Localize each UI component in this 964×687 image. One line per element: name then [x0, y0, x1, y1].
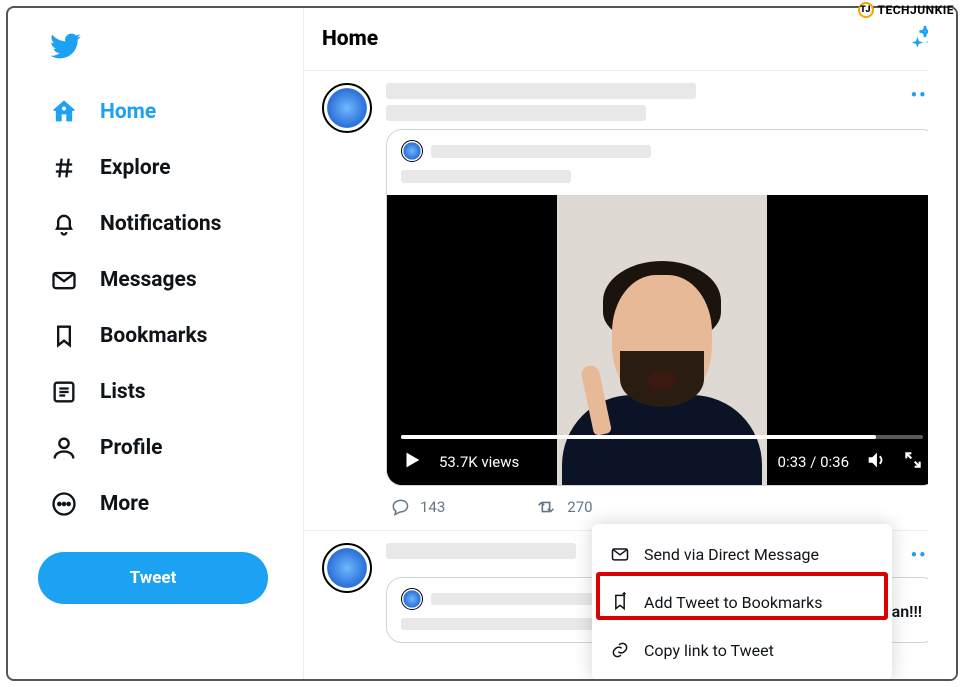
nav-label: Notifications	[100, 212, 221, 236]
video-controls: 53.7K views 0:33 / 0:36	[387, 435, 937, 485]
right-margin	[928, 8, 956, 679]
nav-label: More	[100, 492, 149, 516]
watermark-text: TECHJUNKIE	[878, 3, 954, 17]
share-dm-label: Send via Direct Message	[644, 545, 819, 564]
fullscreen-icon[interactable]	[903, 450, 923, 474]
avatar[interactable]	[322, 83, 372, 133]
retweet-button[interactable]: 270	[535, 496, 592, 518]
avatar[interactable]	[322, 543, 372, 593]
watermark: TJ TECHJUNKIE	[858, 2, 954, 18]
redacted-text	[401, 170, 571, 183]
nav-home[interactable]: Home	[38, 84, 303, 140]
bell-icon	[50, 210, 78, 238]
nav-label: Home	[100, 100, 156, 124]
page-title: Home	[322, 27, 378, 51]
watermark-logo: TJ	[858, 2, 874, 18]
more-icon	[50, 490, 78, 518]
redacted-text	[386, 83, 696, 99]
nav-lists[interactable]: Lists	[38, 364, 303, 420]
redacted-text	[431, 145, 651, 158]
share-dm[interactable]: Send via Direct Message	[592, 530, 892, 578]
avatar	[401, 588, 423, 610]
nav-messages[interactable]: Messages	[38, 252, 303, 308]
video-player[interactable]: 53.7K views 0:33 / 0:36	[387, 195, 937, 485]
nav-label: Profile	[100, 436, 162, 460]
twitter-logo[interactable]	[38, 20, 303, 84]
share-copy-label: Copy link to Tweet	[644, 641, 774, 660]
bookmark-icon	[50, 322, 78, 350]
sidebar: Home Explore Notifications Messages Book	[8, 8, 303, 679]
nav-more[interactable]: More	[38, 476, 303, 532]
tweet[interactable]: •••	[304, 71, 956, 531]
nav-bookmarks[interactable]: Bookmarks	[38, 308, 303, 364]
bookmark-add-icon	[610, 592, 630, 612]
nav-explore[interactable]: Explore	[38, 140, 303, 196]
profile-icon	[50, 434, 78, 462]
nav-profile[interactable]: Profile	[38, 420, 303, 476]
avatar	[401, 140, 423, 162]
nav-label: Bookmarks	[100, 324, 207, 348]
nav-label: Lists	[100, 380, 146, 404]
envelope-icon	[610, 544, 630, 564]
share-menu: Send via Direct Message Add Tweet to Boo…	[592, 524, 892, 680]
envelope-icon	[50, 266, 78, 294]
reply-count: 143	[420, 498, 445, 516]
volume-icon[interactable]	[865, 449, 887, 475]
lists-icon	[50, 378, 78, 406]
redacted-text	[386, 105, 646, 121]
hash-icon	[50, 154, 78, 182]
home-icon	[50, 98, 78, 126]
nav-label: Explore	[100, 156, 171, 180]
link-icon	[610, 640, 630, 660]
quoted-tweet[interactable]: 53.7K views 0:33 / 0:36	[386, 129, 938, 486]
video-progress-fill	[401, 435, 876, 439]
redacted-text	[386, 543, 576, 559]
share-bookmark[interactable]: Add Tweet to Bookmarks	[592, 578, 892, 626]
video-time: 0:33 / 0:36	[778, 453, 849, 471]
tweet-button[interactable]: Tweet	[38, 552, 268, 604]
share-bookmark-label: Add Tweet to Bookmarks	[644, 593, 822, 612]
retweet-count: 270	[567, 498, 592, 516]
play-icon[interactable]	[401, 449, 423, 475]
video-progress-bar[interactable]	[401, 435, 923, 439]
nav-notifications[interactable]: Notifications	[38, 196, 303, 252]
share-copy-link[interactable]: Copy link to Tweet	[592, 626, 892, 674]
video-views: 53.7K views	[439, 453, 519, 471]
bird-icon	[50, 30, 82, 62]
nav-label: Messages	[100, 268, 197, 292]
reply-button[interactable]: 143	[390, 496, 445, 518]
tweet-actions: 143 270	[386, 486, 938, 518]
